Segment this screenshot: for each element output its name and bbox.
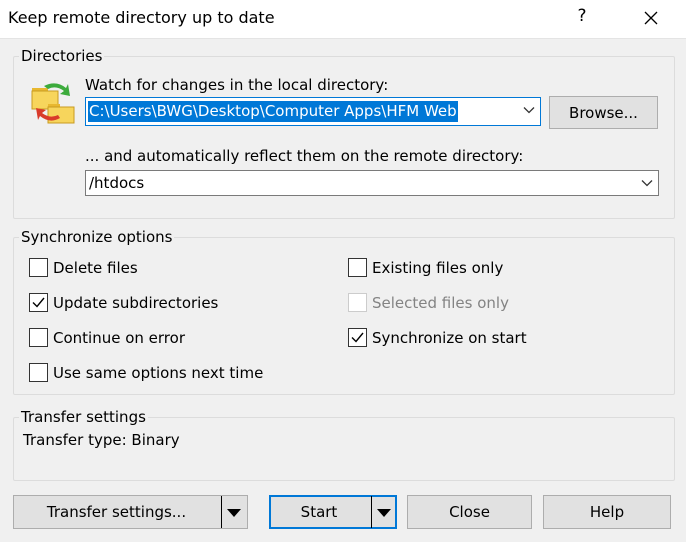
- existing-files-only-label[interactable]: Existing files only: [372, 259, 503, 277]
- window-title: Keep remote directory up to date: [8, 8, 275, 27]
- chevron-down-icon: [523, 107, 535, 114]
- transfer-settings-group: [13, 417, 675, 481]
- transfer-settings-button[interactable]: Transfer settings...: [13, 495, 248, 529]
- selected-files-only-checkbox: [348, 293, 367, 312]
- synchronize-on-start-checkbox[interactable]: [348, 328, 367, 347]
- transfer-settings-split-divider: [221, 496, 222, 528]
- checkmark-icon: [32, 297, 45, 308]
- transfer-type-text: Transfer type: Binary: [23, 431, 180, 449]
- update-subdirectories-label[interactable]: Update subdirectories: [53, 294, 218, 312]
- continue-on-error-checkbox[interactable]: [29, 328, 48, 347]
- local-directory-combo[interactable]: C:\Users\BWG\Desktop\Computer Apps\HFM W…: [85, 97, 541, 126]
- browse-button[interactable]: Browse...: [549, 96, 658, 129]
- local-directory-value: C:\Users\BWG\Desktop\Computer Apps\HFM W…: [88, 101, 458, 122]
- update-subdirectories-checkbox[interactable]: [29, 293, 48, 312]
- help-title-button[interactable]: ?: [572, 6, 592, 30]
- transfer-settings-group-label: Transfer settings: [19, 408, 148, 426]
- use-same-options-checkbox[interactable]: [29, 363, 48, 382]
- chevron-down-icon: [641, 180, 653, 187]
- dropdown-arrow-icon[interactable]: [377, 509, 391, 517]
- close-button[interactable]: Close: [407, 495, 532, 529]
- close-icon: [644, 11, 658, 25]
- help-button[interactable]: Help: [543, 495, 671, 529]
- start-button[interactable]: Start: [269, 495, 397, 529]
- start-split-divider: [371, 496, 372, 528]
- use-same-options-label[interactable]: Use same options next time: [53, 364, 263, 382]
- close-window-button[interactable]: [637, 6, 665, 32]
- synchronize-on-start-label[interactable]: Synchronize on start: [372, 329, 527, 347]
- local-directory-label: Watch for changes in the local directory…: [85, 76, 389, 94]
- dropdown-arrow-icon[interactable]: [227, 509, 241, 517]
- remote-directory-label: ... and automatically reflect them on th…: [85, 147, 524, 165]
- existing-files-only-checkbox[interactable]: [348, 258, 367, 277]
- delete-files-checkbox[interactable]: [29, 258, 48, 277]
- remote-directory-combo[interactable]: /htdocs: [85, 170, 659, 196]
- selected-files-only-label: Selected files only: [372, 294, 509, 312]
- remote-directory-value: /htdocs: [89, 174, 145, 192]
- folder-sync-icon: [30, 78, 78, 126]
- continue-on-error-label[interactable]: Continue on error: [53, 329, 185, 347]
- delete-files-label[interactable]: Delete files: [53, 259, 138, 277]
- checkmark-icon: [351, 332, 364, 343]
- synchronize-options-group-label: Synchronize options: [19, 228, 175, 246]
- title-bar: Keep remote directory up to date ?: [0, 0, 686, 39]
- directories-group-label: Directories: [19, 47, 105, 65]
